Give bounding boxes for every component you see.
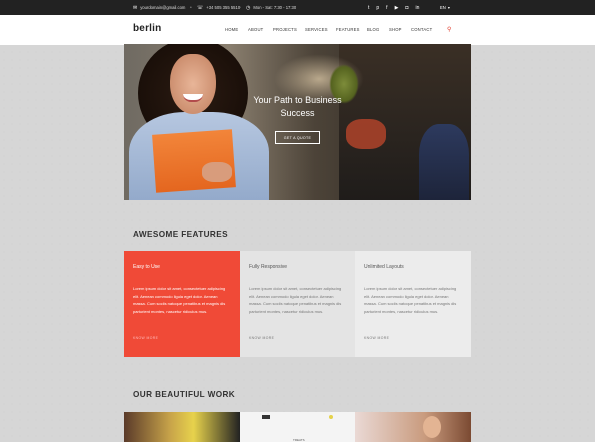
feature-title: Easy to Use: [133, 264, 160, 270]
vimeo-icon[interactable]: ▶: [395, 5, 399, 11]
menu-item-blog[interactable]: BLOG: [367, 27, 379, 32]
language-selector[interactable]: EN ▾: [440, 0, 450, 15]
divider-dot: •: [190, 5, 192, 11]
work-item-1[interactable]: [124, 412, 240, 442]
feature-title: Unlimited Layouts: [364, 264, 404, 270]
hero-title-line1: Your Path to Business: [253, 95, 342, 105]
feature-text: Lorem ipsum dolor sit amet, consectetuer…: [364, 286, 457, 314]
social-links: t p f ▶ ◘ in: [368, 0, 419, 15]
phone-text: +34 505 355 5510: [206, 5, 241, 10]
clock-icon: ◷: [246, 4, 251, 11]
hero-title: Your Path to Business Success: [124, 94, 471, 120]
mail-icon: ✉: [133, 4, 138, 11]
twitter-icon[interactable]: t: [368, 5, 369, 11]
top-bar: ✉ yourdomain@gmail.com • ☏ +34 505 355 5…: [0, 0, 595, 15]
site-logo[interactable]: berlin: [133, 23, 161, 34]
divider-dot: •: [239, 5, 241, 11]
menu-item-services[interactable]: SERVICES: [305, 27, 328, 32]
know-more-link[interactable]: KNOW MORE: [249, 336, 274, 340]
pinterest-icon[interactable]: p: [376, 5, 379, 11]
work-item-2[interactable]: TREATS: [240, 412, 356, 442]
facebook-icon[interactable]: f: [386, 5, 387, 11]
feature-title: Fully Responsive: [249, 264, 288, 270]
work-caption: TREATS: [293, 438, 305, 442]
menu-item-shop[interactable]: SHOP: [389, 27, 402, 32]
features-title: AWESOME FEATURES: [133, 230, 228, 239]
linkedin-icon[interactable]: in: [415, 5, 419, 11]
phone-contact[interactable]: ☏ +34 505 355 5510: [197, 0, 240, 15]
phone-icon: ☏: [197, 4, 204, 11]
email-text: yourdomain@gmail.com: [140, 5, 186, 10]
menu-item-features[interactable]: FEATURES: [336, 27, 360, 32]
feature-text: Lorem ipsum dolor sit amet, consectetuer…: [249, 286, 342, 314]
email-contact[interactable]: ✉ yourdomain@gmail.com: [133, 0, 185, 15]
hero-image: [124, 44, 471, 200]
feature-text: Lorem ipsum dolor sit amet, consectetuer…: [133, 286, 226, 314]
chevron-down-icon: ▾: [447, 5, 450, 10]
hours-text: Mon - Sat: 7:30 - 17:30: [253, 5, 297, 10]
menu-item-contact[interactable]: CONTACT: [411, 27, 432, 32]
menu-item-home[interactable]: HOME: [225, 27, 238, 32]
language-label: EN: [440, 5, 446, 10]
get-quote-button[interactable]: GET A QUOTE: [275, 131, 320, 144]
instagram-icon[interactable]: ◘: [405, 5, 408, 11]
menu-item-about[interactable]: ABOUT: [248, 27, 263, 32]
know-more-link[interactable]: KNOW MORE: [133, 336, 158, 340]
menu-item-projects[interactable]: PROJECTS: [273, 27, 297, 32]
hours-contact: ◷ Mon - Sat: 7:30 - 17:30: [246, 0, 296, 15]
work-title: OUR BEAUTIFUL WORK: [133, 390, 236, 399]
feature-card-responsive: Fully Responsive Lorem ipsum dolor sit a…: [240, 251, 356, 357]
search-icon[interactable]: ⚲: [447, 26, 451, 33]
work-item-3[interactable]: [355, 412, 471, 442]
main-header: [0, 15, 595, 45]
feature-card-layouts: Unlimited Layouts Lorem ipsum dolor sit …: [355, 251, 471, 357]
feature-card-easy: Easy to Use Lorem ipsum dolor sit amet, …: [124, 251, 240, 357]
know-more-link[interactable]: KNOW MORE: [364, 336, 389, 340]
hero-title-line2: Success: [280, 108, 315, 118]
